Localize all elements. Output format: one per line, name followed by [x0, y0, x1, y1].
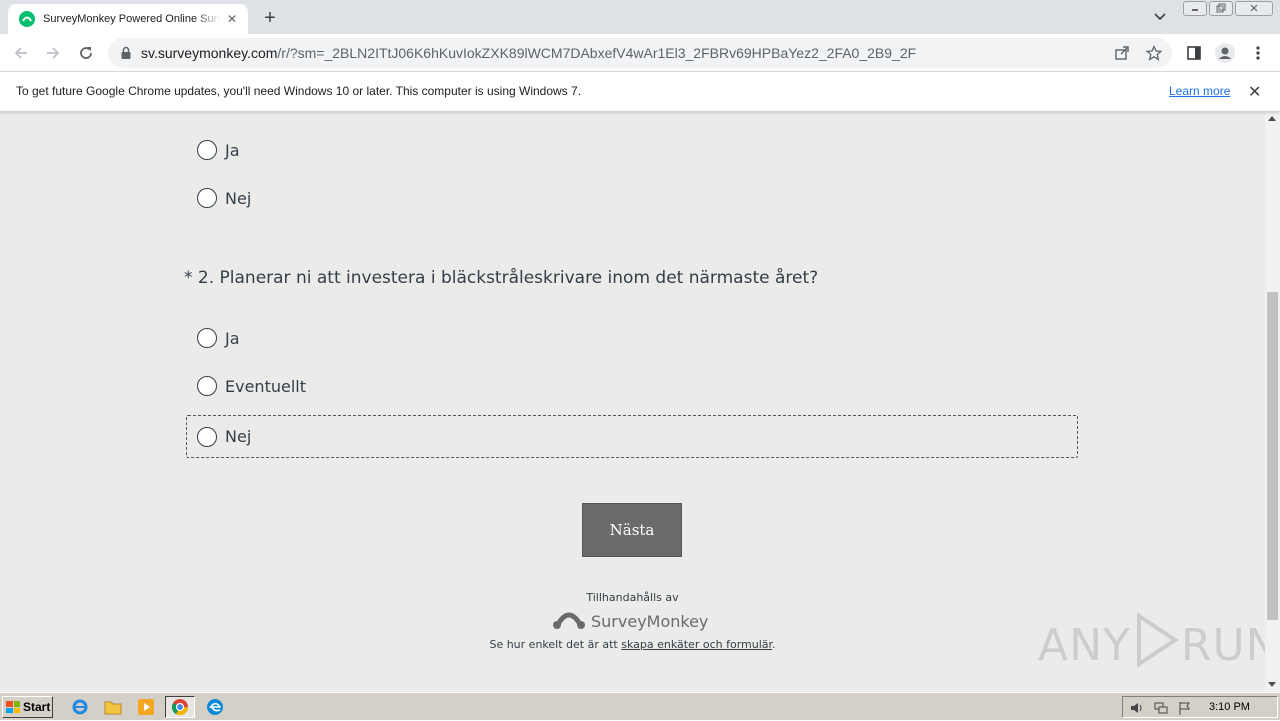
- tab-close-icon[interactable]: ✕: [224, 12, 240, 26]
- volume-icon[interactable]: [1129, 700, 1145, 716]
- scrollbar-thumb[interactable]: [1267, 292, 1278, 620]
- url-host: sv.surveymonkey.com: [141, 45, 278, 61]
- tab-title: SurveyMonkey Powered Online Survey: [43, 13, 221, 25]
- powered-by-text: Tillhandahålls av: [586, 591, 679, 604]
- update-infobar: To get future Google Chrome updates, you…: [0, 72, 1280, 112]
- option-label: Ja: [225, 328, 240, 348]
- restore-window-button[interactable]: [1209, 1, 1233, 16]
- profile-avatar-icon[interactable]: [1215, 43, 1235, 63]
- radio-button[interactable]: [197, 140, 217, 160]
- option-label: Nej: [225, 427, 252, 446]
- q1-option-ja[interactable]: Ja: [186, 129, 1078, 171]
- browser-tab[interactable]: SurveyMonkey Powered Online Survey ✕: [8, 4, 248, 34]
- url-path: /r/?sm=_2BLN2ITtJ06K6hKuvIokZXK89lWCM7DA…: [277, 45, 917, 61]
- watermark-right: RUN: [1180, 620, 1265, 671]
- clock[interactable]: 3:10 PM: [1209, 701, 1250, 713]
- system-tray: 3:10 PM: [1122, 696, 1278, 718]
- q2-option-nej[interactable]: Nej: [186, 415, 1078, 458]
- share-icon[interactable]: [1114, 45, 1130, 61]
- browser-toolbar: sv.surveymonkey.com/r/?sm=_2BLN2ITtJ06K6…: [0, 34, 1280, 72]
- action-center-flag-icon[interactable]: [1177, 700, 1193, 716]
- radio-button[interactable]: [197, 426, 217, 447]
- question-2-text: 2. Planerar ni att investera i bläckstrå…: [197, 268, 819, 288]
- windows-flag-icon: [6, 701, 20, 713]
- address-bar[interactable]: sv.surveymonkey.com/r/?sm=_2BLN2ITtJ06K6…: [108, 38, 1172, 68]
- q2-option-eventuellt[interactable]: Eventuellt: [186, 365, 1078, 407]
- url-text: sv.surveymonkey.com/r/?sm=_2BLN2ITtJ06K6…: [141, 45, 916, 61]
- chrome-taskbar-icon[interactable]: [165, 696, 195, 718]
- new-tab-button[interactable]: +: [259, 7, 281, 30]
- radio-button[interactable]: [197, 376, 217, 396]
- reload-icon[interactable]: [75, 42, 97, 64]
- scroll-up-arrow-icon[interactable]: [1268, 116, 1276, 121]
- q1-option-nej[interactable]: Nej: [186, 177, 1078, 219]
- radio-button[interactable]: [197, 328, 217, 348]
- play-triangle-icon: [1133, 612, 1179, 679]
- internet-explorer-icon[interactable]: [69, 697, 91, 717]
- learn-more-link[interactable]: Learn more: [1169, 84, 1230, 98]
- option-label: Ja: [225, 140, 240, 160]
- surveymonkey-brand: SurveyMonkey: [591, 612, 709, 631]
- side-panel-icon[interactable]: [1184, 43, 1204, 63]
- back-arrow-icon[interactable]: [10, 42, 32, 64]
- create-surveys-link[interactable]: skapa enkäter och formulär: [621, 638, 772, 651]
- q2-option-ja[interactable]: Ja: [186, 317, 1078, 359]
- page-scrollbar[interactable]: [1265, 112, 1280, 692]
- bookmark-star-icon[interactable]: [1145, 44, 1163, 61]
- forward-arrow-icon[interactable]: [42, 42, 64, 64]
- scroll-down-arrow-icon[interactable]: [1268, 682, 1276, 687]
- question-2-title: * 2. Planerar ni att investera i bläckst…: [184, 268, 818, 288]
- infobar-message: To get future Google Chrome updates, you…: [16, 84, 582, 98]
- edge-icon[interactable]: [204, 697, 226, 717]
- anyrun-watermark: ANY RUN: [1038, 612, 1265, 679]
- windows-taskbar: Start 3:10 PM: [0, 692, 1280, 720]
- option-label: Eventuellt: [225, 376, 306, 396]
- radio-button[interactable]: [197, 188, 217, 208]
- surveymonkey-logo-icon: [553, 608, 585, 635]
- watermark-left: ANY: [1038, 620, 1131, 671]
- lock-icon[interactable]: [120, 46, 132, 65]
- required-marker: *: [184, 268, 193, 288]
- cta-suffix: .: [772, 638, 776, 651]
- minimize-window-button[interactable]: [1183, 1, 1207, 16]
- menu-kebab-icon[interactable]: [1248, 43, 1268, 63]
- tab-search-chevron-down-icon[interactable]: [1152, 8, 1168, 24]
- option-label: Nej: [225, 188, 252, 208]
- infobar-close-icon[interactable]: ✕: [1248, 82, 1261, 102]
- next-button[interactable]: Nästa: [582, 503, 682, 557]
- file-explorer-icon[interactable]: [102, 697, 124, 717]
- browser-tab-bar: SurveyMonkey Powered Online Survey ✕ +: [0, 0, 1280, 34]
- start-button[interactable]: Start: [2, 696, 53, 718]
- start-label: Start: [23, 700, 51, 714]
- surveymonkey-logo[interactable]: SurveyMonkey: [553, 608, 708, 635]
- survey-page: Ja Nej * 2. Planerar ni att investera i …: [0, 112, 1265, 692]
- surveymonkey-favicon-icon: [19, 11, 35, 27]
- network-icon[interactable]: [1153, 700, 1169, 716]
- media-player-icon[interactable]: [135, 697, 157, 717]
- close-window-button[interactable]: [1235, 1, 1273, 16]
- cta-prefix: Se hur enkelt det är att: [489, 638, 622, 651]
